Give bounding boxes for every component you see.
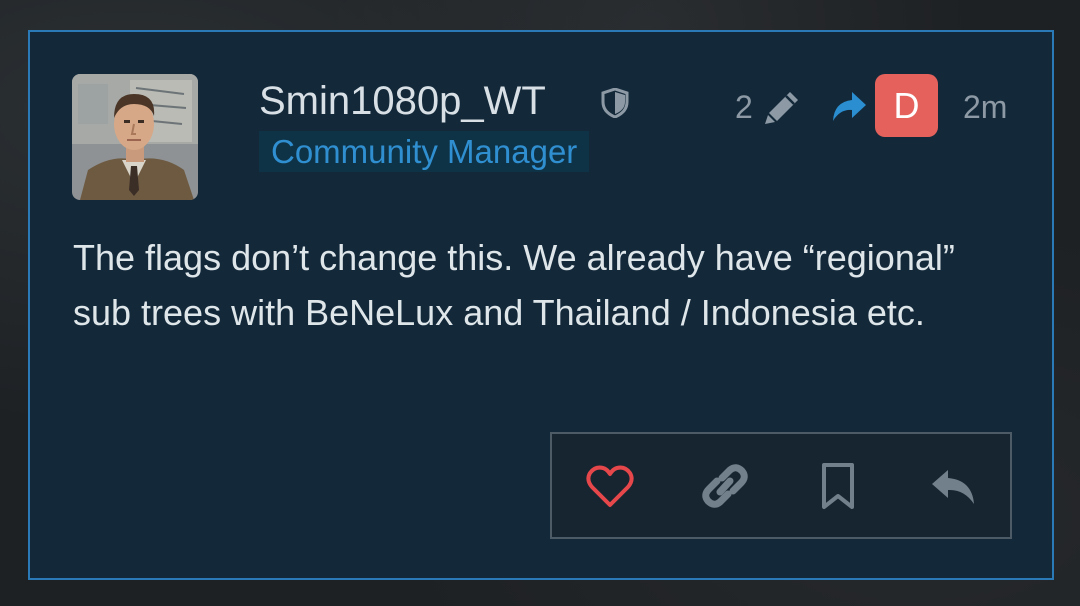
- post-actions: [550, 432, 1012, 539]
- heart-icon: [586, 465, 634, 507]
- user-avatar[interactable]: [72, 74, 198, 200]
- post-card: Smin1080p_WT Community Manager 2 D 2m Th…: [28, 30, 1054, 580]
- like-button[interactable]: [585, 462, 635, 510]
- reply-icon: [932, 470, 974, 504]
- reply-to-avatar[interactable]: D: [875, 74, 938, 137]
- bookmark-icon: [822, 463, 854, 509]
- edit-count[interactable]: 2: [735, 87, 753, 127]
- share-arrow-icon[interactable]: [830, 90, 868, 124]
- pencil-icon[interactable]: [763, 89, 801, 125]
- copy-link-button[interactable]: [700, 462, 750, 510]
- post-body: The flags don’t change this. We already …: [73, 237, 955, 333]
- post-date[interactable]: 2m: [963, 87, 1007, 127]
- user-title-badge: Community Manager: [259, 131, 590, 172]
- username-link[interactable]: Smin1080p_WT: [259, 76, 546, 126]
- reply-button[interactable]: [928, 462, 978, 510]
- shield-icon: [601, 88, 629, 118]
- bookmark-button[interactable]: [814, 462, 864, 510]
- link-icon: [702, 464, 748, 508]
